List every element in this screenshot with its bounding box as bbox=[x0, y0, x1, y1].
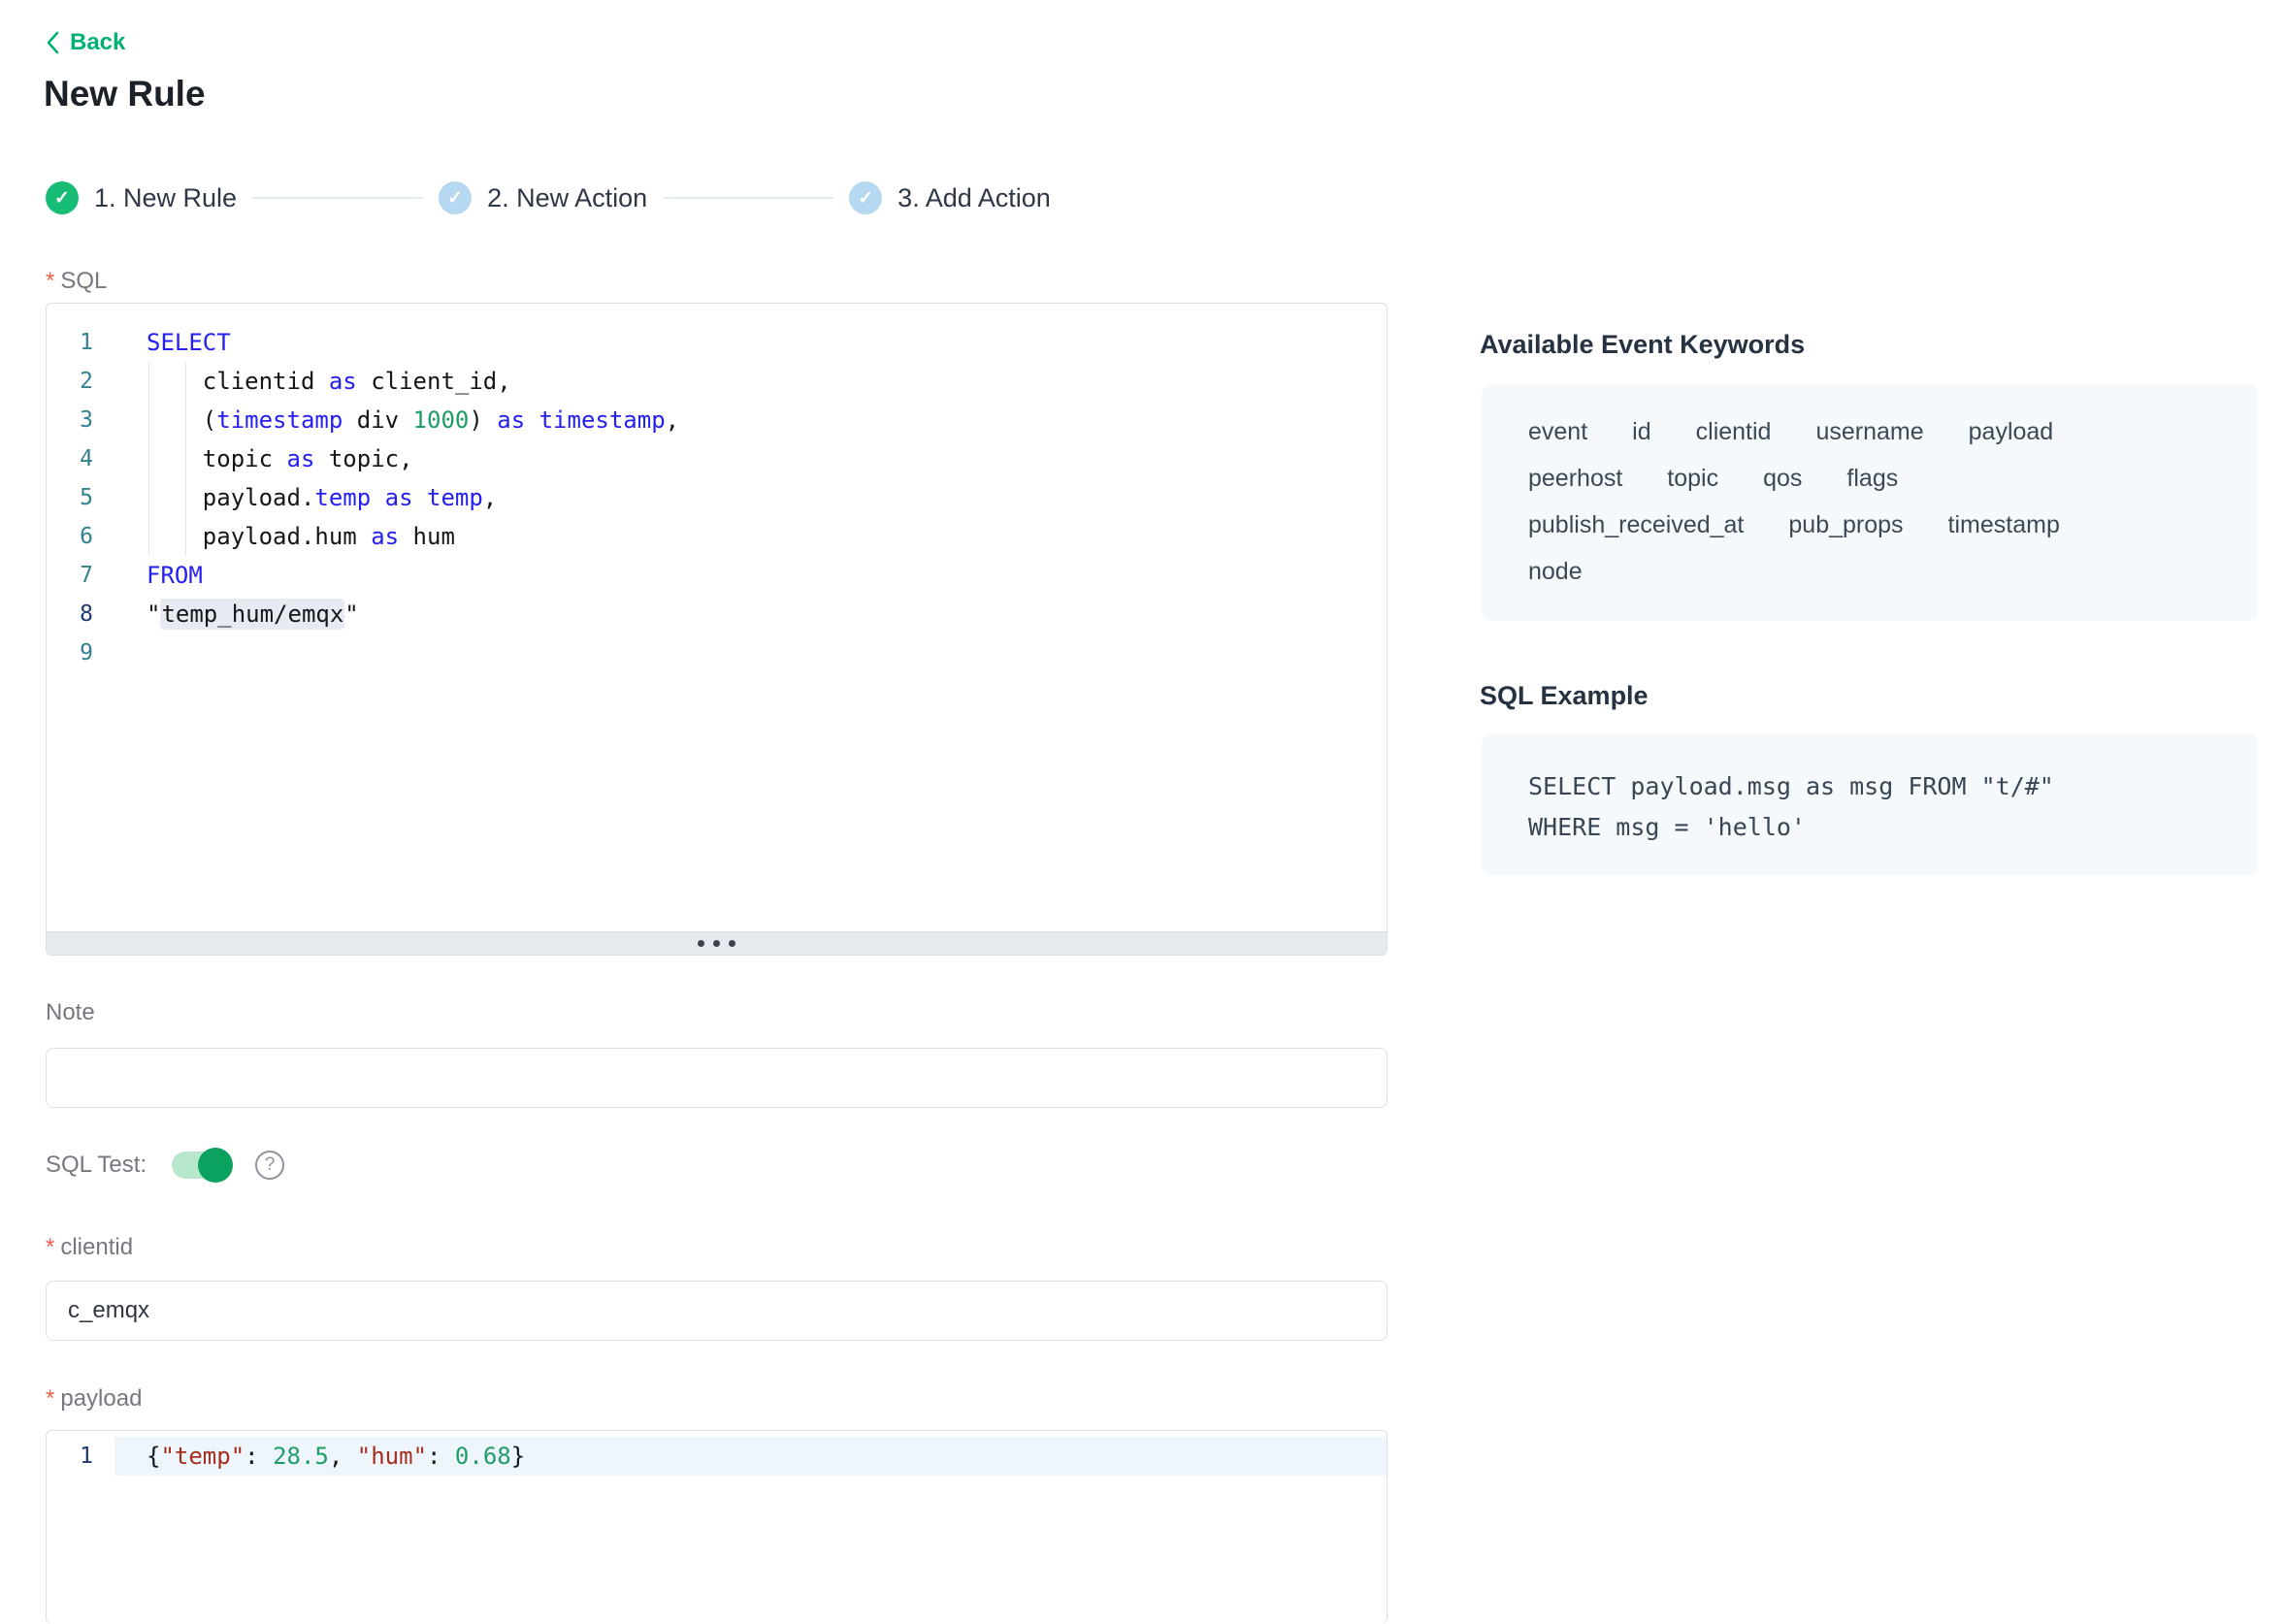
line-number: 8 bbox=[47, 595, 114, 633]
code-line[interactable]: 1{"temp": 28.5, "hum": 0.68} bbox=[47, 1437, 1387, 1476]
step-check-icon: ✓ bbox=[439, 181, 472, 214]
indent-guide bbox=[148, 362, 149, 556]
code-text: (timestamp div 1000) as timestamp, bbox=[114, 401, 1387, 439]
drag-dot-icon bbox=[698, 940, 704, 947]
back-link[interactable]: Back bbox=[46, 29, 125, 56]
required-asterisk: * bbox=[46, 1234, 54, 1260]
sql-example-line: WHERE msg = 'hello' bbox=[1528, 807, 2211, 848]
keyword-item: qos bbox=[1763, 462, 1802, 495]
code-line[interactable]: 9 bbox=[47, 633, 1387, 672]
step-label: 2. New Action bbox=[487, 183, 647, 213]
note-input[interactable] bbox=[46, 1048, 1388, 1108]
keyword-item: username bbox=[1815, 415, 1923, 448]
code-line[interactable]: 2 clientid as client_id, bbox=[47, 362, 1387, 401]
line-number: 7 bbox=[47, 556, 114, 595]
keyword-item: flags bbox=[1846, 462, 1898, 495]
keyword-item: peerhost bbox=[1528, 462, 1622, 495]
sql-example-panel: SELECT payload.msg as msg FROM "t/#"WHER… bbox=[1482, 733, 2258, 875]
step-item-3[interactable]: ✓ 3. Add Action bbox=[849, 181, 1051, 214]
step-item-1[interactable]: ✓ 1. New Rule bbox=[46, 181, 237, 214]
keyword-item: clientid bbox=[1696, 415, 1772, 448]
code-line[interactable]: 4 topic as topic, bbox=[47, 439, 1387, 478]
help-icon[interactable]: ? bbox=[255, 1151, 284, 1180]
drag-dot-icon bbox=[729, 940, 735, 947]
step-indicator: ✓ 1. New Rule ✓ 2. New Action ✓ 3. Add Action bbox=[46, 181, 1051, 214]
keywords-row: peerhost topic qos flags bbox=[1528, 462, 2211, 495]
keywords-row: node bbox=[1528, 555, 2211, 588]
keyword-item: node bbox=[1528, 555, 1583, 588]
sql-test-toggle[interactable] bbox=[172, 1152, 230, 1179]
code-text: FROM bbox=[114, 556, 1387, 595]
code-line[interactable]: 6 payload.hum as hum bbox=[47, 517, 1387, 556]
code-line[interactable]: 7FROM bbox=[47, 556, 1387, 595]
line-number: 5 bbox=[47, 478, 114, 517]
step-connector bbox=[663, 197, 833, 199]
keyword-item: timestamp bbox=[1948, 508, 2060, 541]
step-label: 1. New Rule bbox=[94, 183, 237, 213]
keyword-item: id bbox=[1632, 415, 1650, 448]
sql-example-title: SQL Example bbox=[1480, 681, 1649, 711]
code-line[interactable]: 5 payload.temp as temp, bbox=[47, 478, 1387, 517]
line-number: 6 bbox=[47, 517, 114, 556]
line-number: 3 bbox=[47, 401, 114, 439]
keyword-item: payload bbox=[1969, 415, 2054, 448]
page-title: New Rule bbox=[44, 74, 206, 114]
payload-field-label: *payload bbox=[46, 1385, 142, 1413]
indent-guide bbox=[185, 362, 186, 556]
code-text: payload.hum as hum bbox=[114, 517, 1387, 556]
code-text: {"temp": 28.5, "hum": 0.68} bbox=[114, 1437, 1387, 1476]
code-line[interactable]: 1SELECT bbox=[47, 323, 1387, 362]
keyword-item: pub_props bbox=[1788, 508, 1903, 541]
code-text bbox=[114, 633, 1387, 672]
sql-editor[interactable]: 1SELECT2 clientid as client_id,3 (timest… bbox=[46, 303, 1388, 956]
line-number: 1 bbox=[47, 1437, 114, 1476]
keyword-item: topic bbox=[1667, 462, 1718, 495]
code-line[interactable]: 8"temp_hum/emqx" bbox=[47, 595, 1387, 633]
keywords-panel-title: Available Event Keywords bbox=[1480, 330, 1805, 360]
line-number: 2 bbox=[47, 362, 114, 401]
toggle-knob bbox=[198, 1148, 233, 1183]
code-text: topic as topic, bbox=[114, 439, 1387, 478]
sql-test-row: SQL Test: ? bbox=[46, 1151, 284, 1180]
chevron-left-icon bbox=[46, 30, 60, 55]
clientid-field-label: *clientid bbox=[46, 1234, 133, 1261]
line-number: 4 bbox=[47, 439, 114, 478]
required-asterisk: * bbox=[46, 1385, 54, 1412]
keywords-row: publish_received_at pub_props timestamp bbox=[1528, 508, 2211, 541]
payload-editor[interactable]: 1{"temp": 28.5, "hum": 0.68} bbox=[46, 1430, 1388, 1624]
code-text: payload.temp as temp, bbox=[114, 478, 1387, 517]
code-text: "temp_hum/emqx" bbox=[114, 595, 1387, 633]
step-check-icon: ✓ bbox=[46, 181, 79, 214]
sql-field-label: *SQL bbox=[46, 268, 107, 295]
step-label: 3. Add Action bbox=[898, 183, 1051, 213]
keyword-item: publish_received_at bbox=[1528, 508, 1744, 541]
line-number: 9 bbox=[47, 633, 114, 672]
step-check-icon: ✓ bbox=[849, 181, 882, 214]
sql-test-label: SQL Test: bbox=[46, 1152, 147, 1179]
keywords-row: event id clientid username payload bbox=[1528, 415, 2211, 448]
editor-resize-handle[interactable] bbox=[47, 931, 1387, 955]
payload-editor-lines: 1{"temp": 28.5, "hum": 0.68} bbox=[47, 1431, 1387, 1476]
step-connector bbox=[252, 197, 423, 199]
code-text: SELECT bbox=[114, 323, 1387, 362]
clientid-input[interactable] bbox=[46, 1281, 1388, 1341]
drag-dot-icon bbox=[713, 940, 720, 947]
note-field-label: Note bbox=[46, 999, 95, 1026]
sql-editor-lines: 1SELECT2 clientid as client_id,3 (timest… bbox=[47, 304, 1387, 672]
step-item-2[interactable]: ✓ 2. New Action bbox=[439, 181, 647, 214]
required-asterisk: * bbox=[46, 268, 54, 294]
line-number: 1 bbox=[47, 323, 114, 362]
sql-example-line: SELECT payload.msg as msg FROM "t/#" bbox=[1528, 766, 2211, 807]
back-label: Back bbox=[70, 29, 125, 56]
keyword-item: event bbox=[1528, 415, 1587, 448]
keywords-panel: event id clientid username payload peerhost to… bbox=[1482, 384, 2258, 621]
code-text: clientid as client_id, bbox=[114, 362, 1387, 401]
code-line[interactable]: 3 (timestamp div 1000) as timestamp, bbox=[47, 401, 1387, 439]
